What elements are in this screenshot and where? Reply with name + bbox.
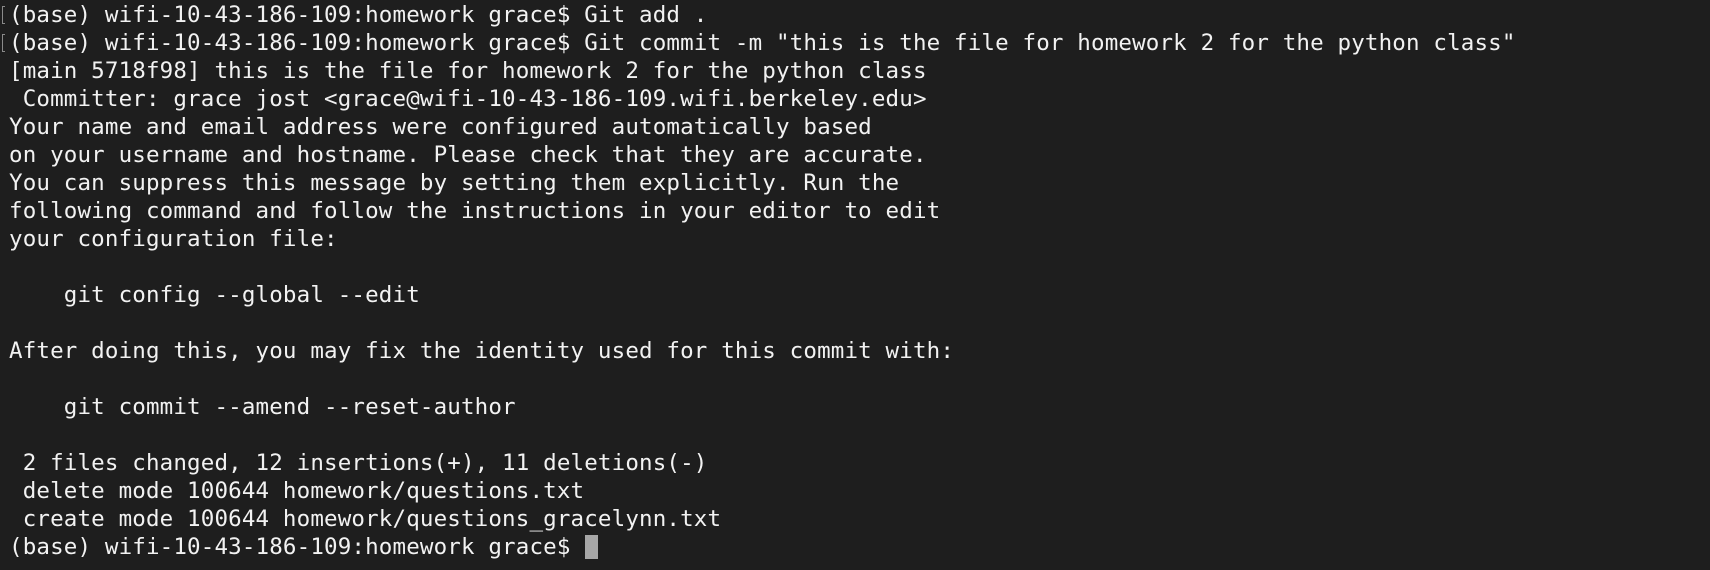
output-line: create mode 100644 homework/questions_gr… — [9, 506, 722, 532]
output-line: Committer: grace jost <grace@wifi-10-43-… — [9, 86, 927, 112]
prompt-line[interactable]: (base) wifi-10-43-186-109:homework grace… — [0, 533, 1710, 561]
terminal-window[interactable]: (base) wifi-10-43-186-109:homework grace… — [0, 0, 1710, 570]
output-line: following command and follow the instruc… — [9, 198, 941, 224]
output-line: git config --global --edit — [9, 282, 420, 308]
line-text: (base) wifi-10-43-186-109:homework grace… — [9, 30, 1516, 56]
output-line: git commit --amend --reset-author — [9, 394, 516, 420]
output-line: 2 files changed, 12 insertions(+), 11 de… — [9, 450, 708, 476]
output-line: After doing this, you may fix the identi… — [9, 338, 955, 364]
command-mark-icon — [2, 34, 5, 52]
output-line: You can suppress this message by setting… — [9, 170, 900, 196]
output-line: on your username and hostname. Please ch… — [9, 142, 927, 168]
output-line: Your name and email address were configu… — [9, 114, 872, 140]
command-line-git-commit: (base) wifi-10-43-186-109:homework grace… — [0, 29, 1710, 57]
output-line: [main 5718f98] this is the file for home… — [9, 58, 927, 84]
text-cursor — [585, 535, 599, 559]
line-text: (base) wifi-10-43-186-109:homework grace… — [9, 2, 708, 28]
command-line-git-add: (base) wifi-10-43-186-109:homework grace… — [0, 1, 1710, 29]
output-line: your configuration file: — [9, 226, 338, 252]
command-mark-icon — [2, 6, 5, 24]
shell-prompt: (base) wifi-10-43-186-109:homework grace… — [9, 534, 585, 560]
output-line: delete mode 100644 homework/questions.tx… — [9, 478, 585, 504]
